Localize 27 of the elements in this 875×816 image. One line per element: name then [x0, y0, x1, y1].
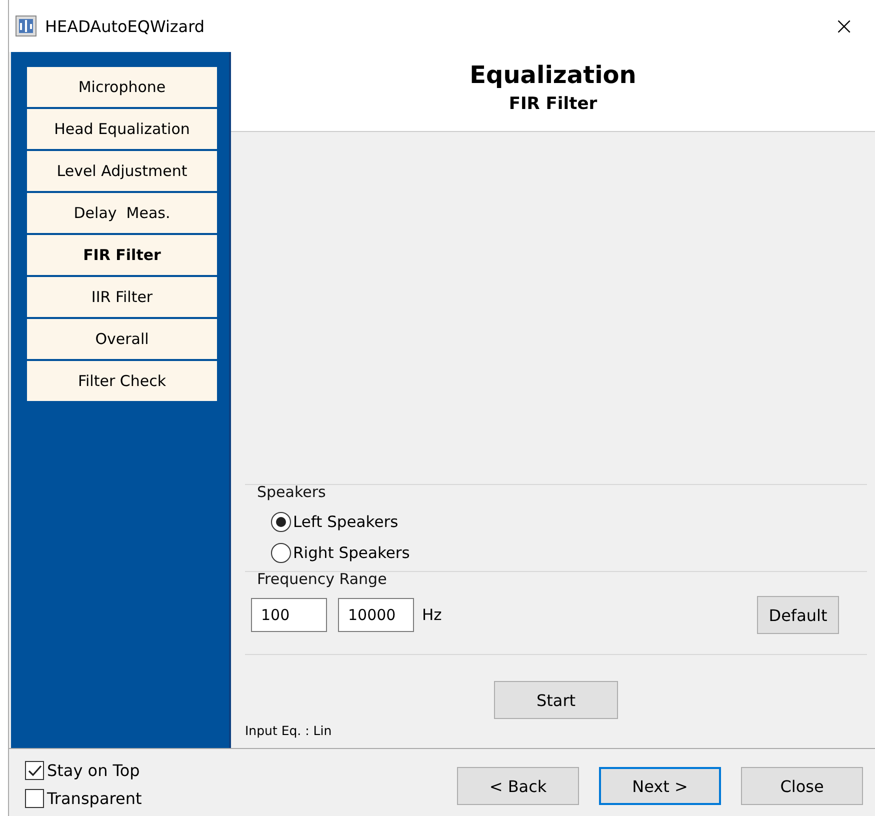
checkbox-option[interactable]: Stay on Top — [25, 761, 457, 780]
frequency-to-field[interactable]: 10000 — [338, 598, 414, 632]
step-button[interactable]: Microphone — [27, 67, 217, 107]
nav-button[interactable]: Next > — [599, 767, 721, 805]
step-button[interactable]: Level Adjustment — [27, 151, 217, 191]
radio-button[interactable]: Right Speakers — [271, 543, 867, 563]
step-button[interactable]: Head Equalization — [27, 109, 217, 149]
radio-button[interactable]: Left Speakers — [271, 512, 867, 532]
nav-button[interactable]: Close — [741, 767, 863, 805]
app-icon — [15, 15, 37, 37]
page-title: Equalization — [470, 60, 636, 91]
step-button[interactable]: Overall — [27, 319, 217, 359]
step-button[interactable]: FIR Filter — [27, 235, 217, 275]
unit-label: Hz — [422, 606, 443, 624]
default-button[interactable]: Default — [757, 596, 839, 634]
page-subtitle: FIR Filter — [508, 94, 598, 114]
start-button[interactable]: Start — [494, 681, 618, 719]
checkbox-option[interactable]: Transparent — [25, 789, 457, 808]
group-label: Frequency Range — [257, 570, 387, 588]
group-label: Speakers — [257, 483, 326, 501]
frequency-from-field[interactable]: 100 — [251, 598, 327, 632]
step-button[interactable]: Delay Meas. — [27, 193, 217, 233]
window-title: HEADAutoEQWizard — [45, 16, 206, 36]
step-button[interactable]: Filter Check — [27, 361, 217, 401]
status-text: Input Eq. : Lin — [245, 723, 333, 738]
step-button[interactable]: IIR Filter — [27, 277, 217, 317]
nav-button[interactable]: < Back — [457, 767, 579, 805]
